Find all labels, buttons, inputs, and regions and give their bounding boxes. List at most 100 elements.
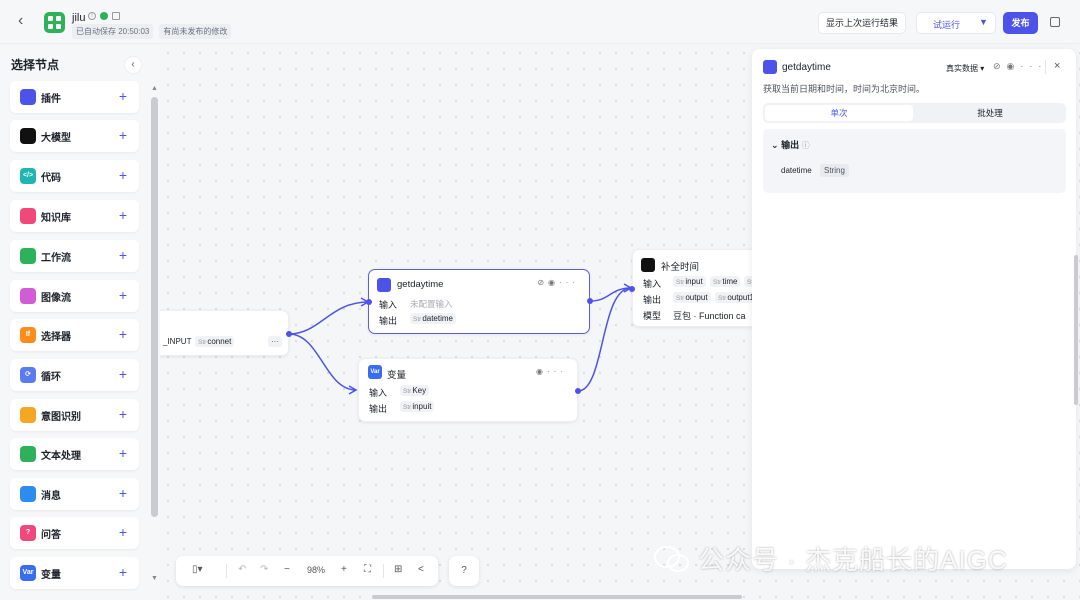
scroll-up-icon[interactable]: ▲ (151, 85, 158, 92)
node-actions[interactable]: ◉··· (536, 367, 567, 376)
scroll-down-icon[interactable]: ▼ (151, 575, 158, 582)
plus-icon[interactable]: + (119, 88, 127, 104)
sidebar-item-qa[interactable]: ? 问答 + (10, 517, 139, 549)
sidebar-item-variable[interactable]: Var 变量 + (10, 557, 139, 589)
collapse-left-icon[interactable]: < (418, 564, 424, 575)
sidebar-item-llm[interactable]: 大模型 + (10, 120, 139, 152)
plus-icon[interactable]: + (119, 524, 127, 540)
unpublished-status: 有尚未发布的修改 (159, 24, 232, 39)
sidebar-item-workflow[interactable]: 工作流 + (10, 240, 139, 272)
zoom-level[interactable]: 98% (307, 565, 325, 575)
canvas-horizontal-scrollbar[interactable] (372, 595, 742, 599)
wechat-logo-icon (654, 545, 689, 572)
sidebar-item-plugin[interactable]: 插件 + (10, 81, 139, 113)
info-icon[interactable]: i (88, 12, 96, 20)
fit-view-icon[interactable]: ⛶ (364, 564, 371, 575)
node-actions[interactable]: ⊘◉··· (537, 278, 579, 287)
sidebar-scrollbar[interactable] (151, 97, 158, 517)
getdaytime-in-port[interactable] (366, 299, 372, 305)
autosave-status: 已自动保存 20:50:03 (72, 24, 154, 39)
collapse-icon[interactable]: ‹ (125, 57, 141, 73)
plus-icon[interactable]: + (119, 564, 127, 580)
variable-out-port[interactable] (575, 388, 581, 394)
chevron-down-icon[interactable]: ▼ (979, 17, 988, 27)
sidebar-item-selector[interactable]: If 选择器 + (10, 319, 139, 351)
variable-icon: Var (368, 365, 382, 379)
edit-icon[interactable] (112, 12, 120, 20)
llm-icon (641, 258, 655, 272)
message-icon (20, 486, 36, 502)
publish-button[interactable]: 发布 (1003, 12, 1038, 34)
test-run-button[interactable]: 试运行 ▼ (916, 12, 996, 34)
close-icon[interactable]: × (1054, 60, 1060, 72)
plus-icon[interactable]: + (119, 406, 127, 422)
plus-icon[interactable]: + (119, 445, 127, 461)
start-node[interactable]: _INPUT Strconnet ··· (150, 310, 289, 356)
watermark-text: 公众号 · 杰克船长的AIGC (698, 545, 1008, 575)
mouse-mode-icon[interactable]: ▯▾ (192, 564, 203, 575)
sidebar-item-text[interactable]: 文本处理 + (10, 438, 139, 470)
node-detail-panel: getdaytime 真实数据 ▾ ⊘◉··· × 获取当前日期和时间，时间为北… (752, 49, 1076, 569)
panel-actions[interactable]: ⊘◉··· (993, 61, 1047, 72)
workflow-icon (20, 248, 36, 264)
input-placeholder: 未配置输入 (410, 299, 453, 309)
complete-time-node[interactable]: 补全时间 输入 Strinput Strtime Str 输出 Stroutpu… (632, 249, 762, 327)
imageflow-icon (20, 288, 36, 304)
sidebar-item-knowledge[interactable]: 知识库 + (10, 200, 139, 232)
text-icon (20, 446, 36, 462)
plus-icon[interactable]: + (119, 485, 127, 501)
getdaytime-node[interactable]: getdaytime ⊘◉··· 输入 未配置输入 输出 Strdatetime (368, 269, 590, 334)
sidebar-item-code[interactable]: </> 代码 + (10, 160, 139, 192)
start-field: _INPUT (163, 337, 192, 346)
zoom-out-icon[interactable]: − (284, 564, 290, 575)
chevron-down-icon[interactable]: ⌄ (771, 140, 779, 150)
back-arrow-icon[interactable]: ‹ (18, 12, 34, 30)
node-sidebar: 选择节点 ‹ 插件 + 大模型 + </> 代码 + 知识库 + 工作流 + 图像流 + If… (0, 45, 160, 600)
output-label: 输出 (643, 295, 662, 305)
tab-single[interactable]: 单次 (765, 105, 913, 121)
output-label: 输出 (369, 404, 388, 414)
output-header: 输出 (781, 140, 800, 150)
plus-icon[interactable]: + (119, 127, 127, 143)
panel-title: getdaytime (782, 62, 831, 73)
more-icon[interactable]: ··· (268, 336, 282, 347)
output-value: datetime (422, 314, 453, 323)
output-field-name: datetime (781, 166, 812, 175)
panel-scrollbar[interactable] (1074, 255, 1078, 405)
plus-icon[interactable]: + (119, 167, 127, 183)
sidebar-item-message[interactable]: 消息 + (10, 478, 139, 510)
redo-icon[interactable]: ↷ (260, 564, 268, 575)
undo-icon[interactable]: ↶ (238, 564, 246, 575)
plus-icon[interactable]: + (119, 326, 127, 342)
top-bar: ‹ jilu i 已自动保存 20:50:03 有尚未发布的修改 显示上次运行结… (0, 0, 1080, 44)
help-icon[interactable]: ? (449, 556, 479, 586)
input-label: 输入 (379, 300, 398, 310)
tab-batch[interactable]: 批处理 (916, 105, 1064, 121)
data-mode-select[interactable]: 真实数据 ▾ (946, 63, 984, 74)
code-icon: </> (20, 168, 36, 184)
variable-node[interactable]: Var 变量 ◉··· 输入 StrKey 输出 Strinpuit (358, 358, 578, 422)
sidebar-title: 选择节点 (11, 58, 60, 72)
show-last-run-button[interactable]: 显示上次运行结果 (818, 12, 906, 34)
plus-icon[interactable]: + (119, 287, 127, 303)
model-value: 豆包 · Function ca (673, 311, 746, 321)
sidebar-item-imageflow[interactable]: 图像流 + (10, 280, 139, 312)
variable-icon: Var (20, 565, 36, 581)
sidebar-item-loop[interactable]: ⟳ 循环 + (10, 359, 139, 391)
sidebar-item-intent[interactable]: 意图识别 + (10, 399, 139, 431)
start-out-port[interactable] (286, 331, 292, 337)
info-icon[interactable]: ⓘ (802, 141, 810, 150)
complete-title: 补全时间 (661, 262, 700, 273)
knowledge-icon (20, 208, 36, 224)
plus-icon[interactable]: + (119, 247, 127, 263)
copy-icon[interactable] (1050, 17, 1060, 27)
getdaytime-out-port[interactable] (587, 298, 593, 304)
plus-icon[interactable]: + (119, 207, 127, 223)
input-label: 输入 (643, 279, 662, 289)
zoom-in-icon[interactable]: + (341, 564, 347, 575)
layout-icon[interactable]: ⊞ (394, 564, 402, 575)
variable-title: 变量 (387, 370, 407, 381)
plus-icon[interactable]: + (119, 366, 127, 382)
complete-in-port[interactable] (629, 286, 635, 292)
panel-tabs: 单次 批处理 (763, 103, 1066, 123)
